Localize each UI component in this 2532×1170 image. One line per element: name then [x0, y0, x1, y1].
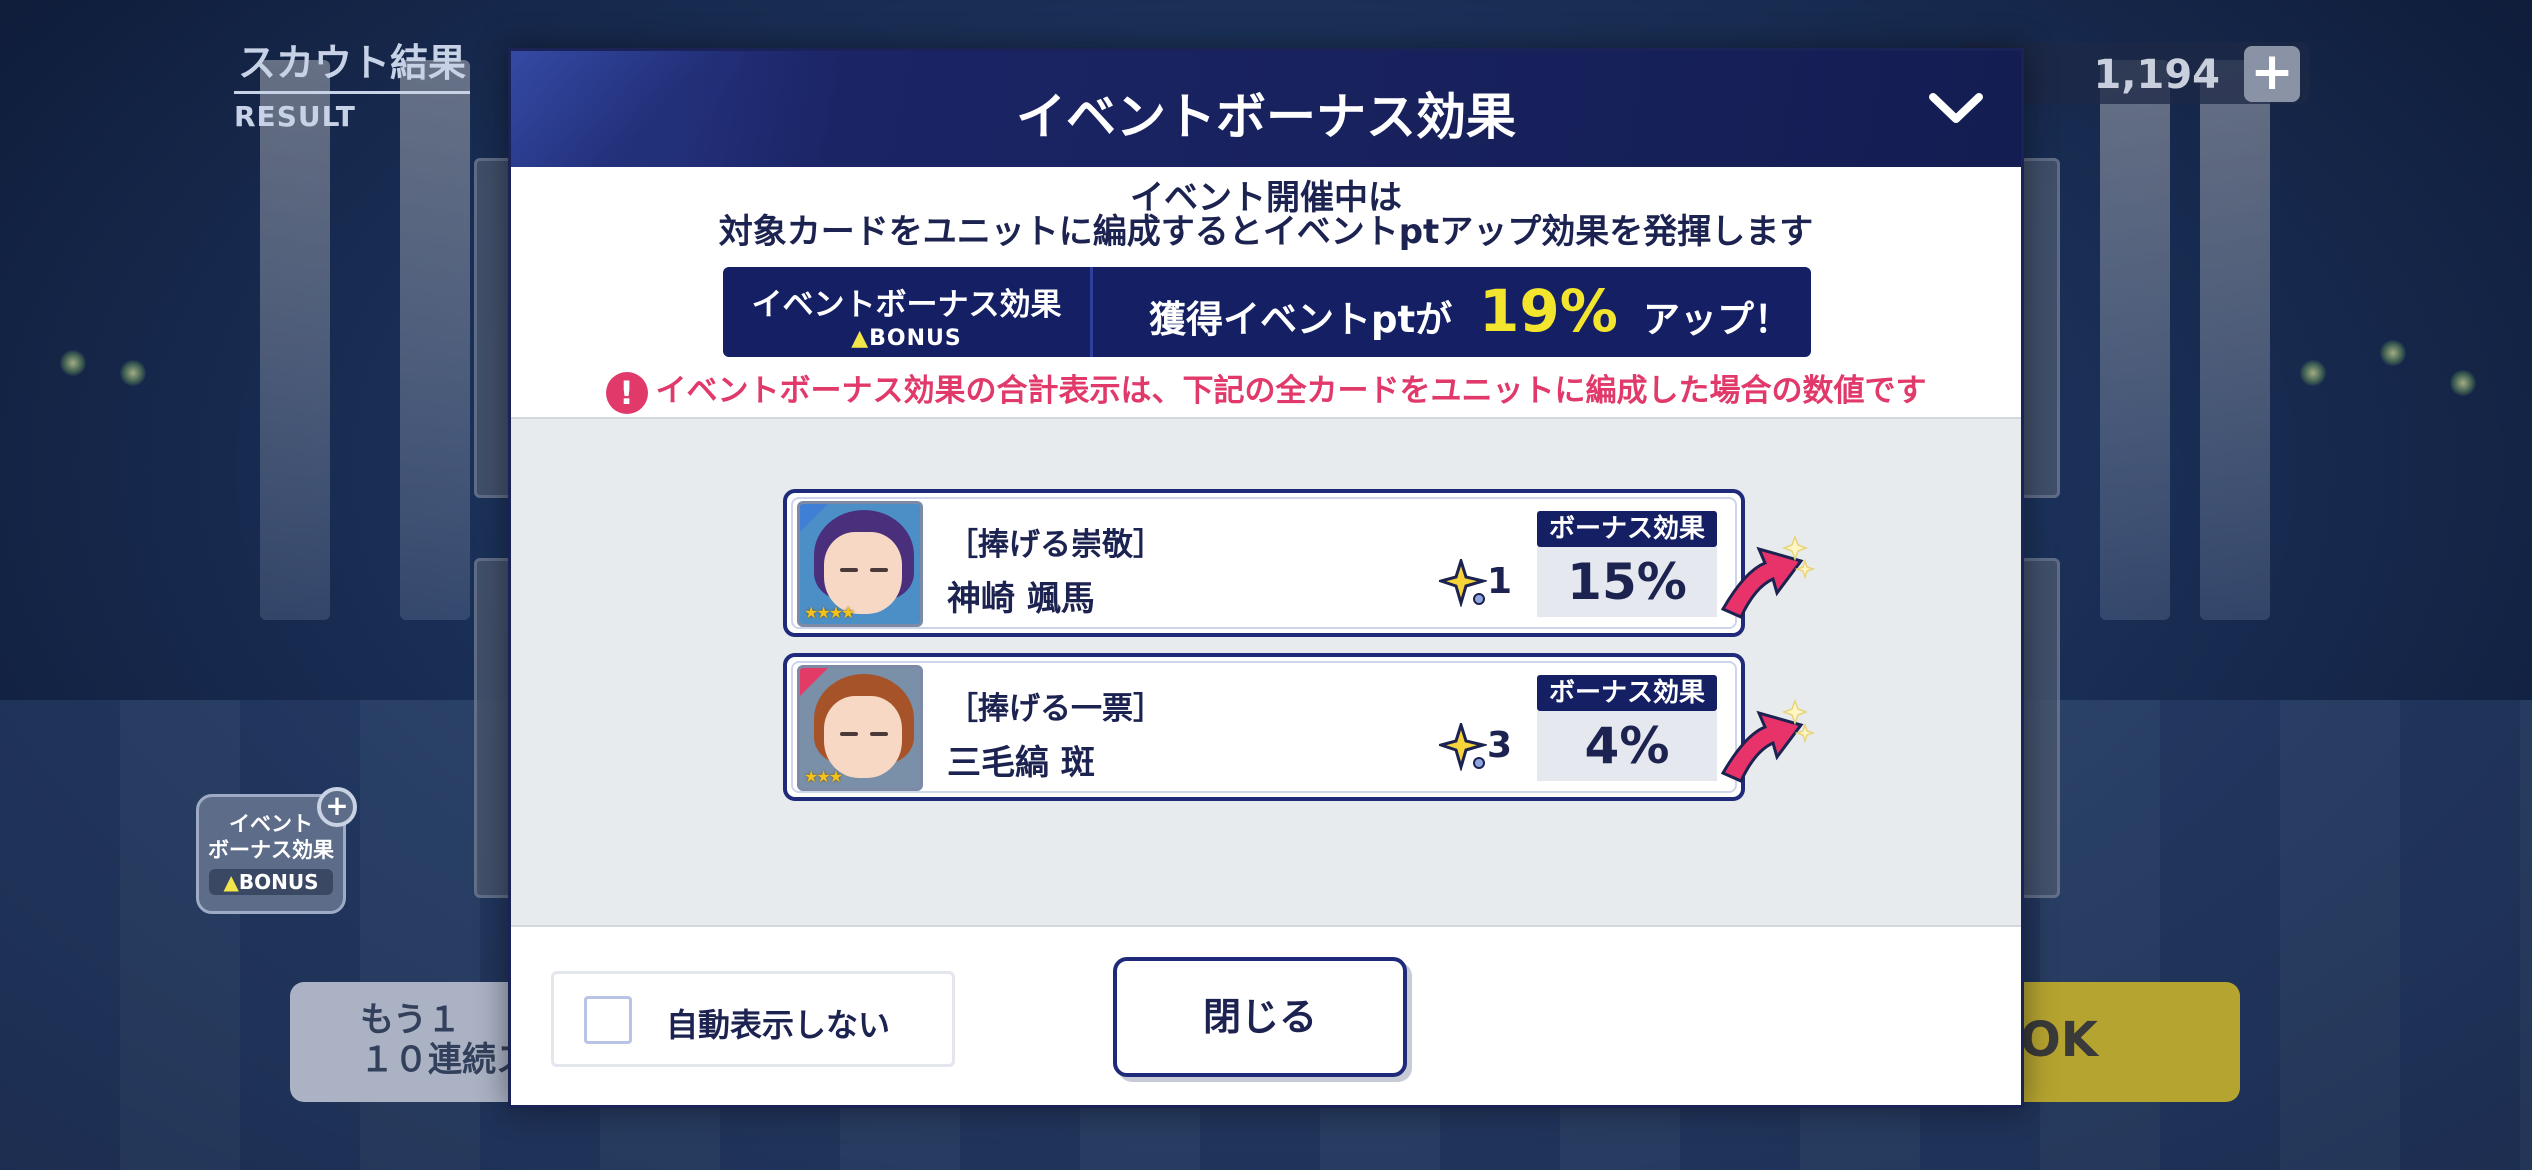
exclamation-icon: !: [605, 371, 648, 414]
card-bonus-box: ボーナス効果 4%: [1537, 675, 1717, 783]
event-bonus-modal: イベントボーナス効果 イベント開催中は 対象カードをユニットに編成するとイベント…: [508, 48, 2024, 1108]
banner-bonus-tag: ▲BONUS: [851, 326, 962, 351]
auto-display-label: 自動表示しない: [666, 1006, 891, 1044]
card-character-name: 神崎 颯馬: [947, 579, 1095, 619]
ok-button[interactable]: OK: [2000, 982, 2240, 1102]
card-bonus-box: ボーナス効果 15%: [1537, 511, 1717, 619]
triangle-icon: ▲: [851, 326, 870, 351]
card-rarity-stars: ★★★: [804, 767, 843, 786]
banner-pre-text: 獲得イベントptが: [1149, 298, 1453, 341]
zoom-icon: +: [317, 787, 357, 827]
card-portrait: ★★★★: [797, 501, 923, 627]
bonus-card-list[interactable]: ★★★★ ［捧げる崇敬］ 神崎 颯馬 1 ボーナス効果 15% ★★★ ［捧げる…: [511, 417, 2021, 927]
up-arrow-icon: [1720, 698, 1815, 783]
auto-display-toggle[interactable]: 自動表示しない: [551, 971, 955, 1067]
screen-subtitle-text: RESULT: [234, 100, 356, 133]
sparkle-icon: [1439, 559, 1487, 607]
card-rank: 3: [1439, 719, 1539, 775]
card-bonus-label: ボーナス効果: [1537, 511, 1717, 547]
card-title: ［捧げる崇敬］: [947, 527, 1164, 563]
total-bonus-banner: イベントボーナス効果 ▲BONUS 獲得イベントptが 19% アップ！: [723, 267, 1811, 357]
event-bonus-button[interactable]: + イベント ボーナス効果 ▲BONUS: [196, 787, 357, 914]
intro-line-2: 対象カードをユニットに編成するとイベントptアップ効果を発揮します: [718, 212, 1814, 252]
screen-title: スカウト結果 RESULT: [234, 32, 471, 133]
up-arrow-icon: [1720, 534, 1815, 619]
bonus-card-item[interactable]: ★★★★ ［捧げる崇敬］ 神崎 颯馬 1 ボーナス効果 15%: [783, 489, 1815, 637]
close-button[interactable]: 閉じる: [1113, 957, 1407, 1077]
add-currency-button[interactable]: +: [2244, 46, 2300, 102]
currency-value: 1,194: [2093, 52, 2220, 98]
screen-title-text: スカウト結果: [234, 32, 471, 94]
card-bonus-label: ボーナス効果: [1537, 675, 1717, 711]
banner-label: イベントボーナス効果: [751, 287, 1062, 323]
event-bonus-button-tag: ▲BONUS: [209, 869, 333, 895]
banner-percent: 19%: [1479, 277, 1618, 345]
card-bonus-value: 15%: [1537, 547, 1717, 617]
ok-button-label: OK: [2020, 1012, 2098, 1068]
intro-text: イベント開催中は 対象カードをユニットに編成するとイベントptアップ効果を発揮し…: [511, 181, 2021, 249]
notice-message: ! イベントボーナス効果の合計表示は、下記の全カードをユニットに編成した場合の数値…: [511, 365, 2021, 414]
bonus-card-item[interactable]: ★★★ ［捧げる一票］ 三毛縞 斑 3 ボーナス効果 4%: [783, 653, 1815, 801]
banner-post-text: アップ！: [1643, 298, 1791, 341]
card-character-name: 三毛縞 斑: [947, 743, 1095, 783]
banner-label-block: イベントボーナス効果 ▲BONUS: [723, 267, 1093, 357]
intro-line-1: イベント開催中は: [1130, 178, 1402, 218]
notice-text: イベントボーナス効果の合計表示は、下記の全カードをユニットに編成した場合の数値で…: [655, 373, 1927, 409]
sparkle-icon: [1439, 723, 1487, 771]
card-portrait: ★★★: [797, 665, 923, 791]
card-rank-number: 3: [1487, 725, 1513, 766]
auto-display-checkbox[interactable]: [584, 996, 632, 1044]
card-bonus-value: 4%: [1537, 711, 1717, 781]
modal-header: イベントボーナス効果: [511, 51, 2021, 167]
card-rank: 1: [1439, 555, 1539, 611]
card-rarity-stars: ★★★★: [804, 603, 855, 622]
modal-title: イベントボーナス効果: [1016, 88, 1516, 146]
card-title: ［捧げる一票］: [947, 691, 1164, 727]
card-rank-number: 1: [1487, 561, 1513, 602]
chevron-down-icon[interactable]: [1927, 89, 1985, 129]
